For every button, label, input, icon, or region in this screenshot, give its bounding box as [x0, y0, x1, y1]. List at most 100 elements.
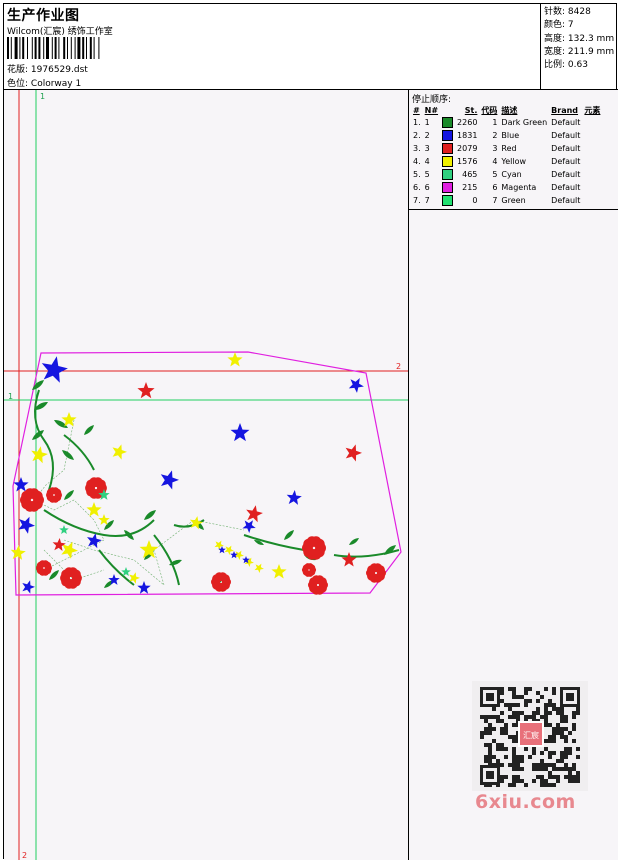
row-brand: Default: [551, 144, 581, 153]
row-swatch: [440, 194, 455, 207]
color-swatch: [442, 130, 454, 141]
row-description: Yellow: [501, 157, 527, 166]
row-code: 3: [492, 144, 498, 153]
row-description: Red: [501, 144, 517, 153]
colorway-label: 色位:: [7, 79, 29, 89]
stop-order-panel: 停止顺序: # N# St. 代码 描述 Brand 元素 1. 1 2260 …: [409, 90, 618, 860]
star-motif: [87, 533, 102, 549]
star-motif: [22, 580, 35, 594]
row-needle: 6: [424, 183, 430, 192]
star-motif: [224, 545, 234, 555]
pattern-value: 1976529.dst: [30, 65, 88, 75]
row-needle: 1: [424, 118, 430, 127]
row-element: [582, 129, 602, 142]
row-index: 3.: [413, 144, 421, 153]
row-needle: 7: [424, 196, 430, 205]
spec-stitches: 针数: 8428: [544, 7, 591, 17]
row-needle: 3: [424, 144, 430, 153]
star-motif: [234, 550, 244, 560]
color-swatch: [442, 117, 454, 128]
color-swatch: [442, 169, 454, 180]
color-swatch: [442, 195, 454, 206]
star-motif: [341, 552, 357, 567]
row-index: 6.: [413, 183, 421, 192]
flower-motif: [313, 538, 325, 550]
guide-label-bottom: 2: [22, 851, 27, 860]
leaf-motif: [84, 425, 94, 435]
flower-motif: [308, 564, 316, 571]
stop-row: 7. 7 0 7 Green Default: [411, 194, 602, 207]
star-motif: [112, 444, 127, 460]
design-preview: 1 2 1 2: [4, 90, 409, 860]
stop-row: 2. 2 1831 2 Blue Default: [411, 129, 602, 142]
row-code: 2: [492, 131, 498, 140]
jump-stitches: [33, 419, 245, 586]
stop-row: 3. 3 2079 3 Red Default: [411, 142, 602, 155]
col-index: #: [413, 105, 420, 115]
row-code: 7: [492, 196, 498, 205]
row-index: 5.: [413, 170, 421, 179]
row-description: Green: [501, 196, 526, 205]
embroidery-drawing: 1 2 1 2: [4, 90, 408, 860]
color-swatch: [442, 156, 454, 167]
colorway-value: Colorway 1: [30, 79, 82, 89]
sheet-title: 生产作业图: [7, 8, 80, 24]
flower-motif: [95, 479, 106, 490]
row-brand: Default: [551, 170, 581, 179]
row-brand: Default: [551, 131, 581, 140]
row-description: Cyan: [501, 170, 522, 179]
row-element: [582, 116, 602, 129]
row-needle: 2: [424, 131, 430, 140]
star-motif: [230, 423, 250, 442]
stem-motif: [243, 534, 305, 551]
spec-width: 宽度: 211.9 mm: [544, 46, 615, 57]
stop-row: 4. 4 1576 4 Yellow Default: [411, 155, 602, 168]
star-motif: [254, 563, 264, 573]
star-motif: [52, 538, 66, 551]
row-description: Blue: [501, 131, 520, 140]
flower-motif: [375, 565, 385, 575]
star-motif: [246, 505, 263, 523]
row-swatch: [440, 168, 455, 181]
star-motif: [10, 545, 26, 560]
row-code: 5: [492, 170, 498, 179]
row-element: [582, 155, 602, 168]
star-motif: [286, 490, 302, 505]
flower-motif: [44, 561, 52, 569]
row-stitches: 0: [472, 196, 478, 205]
row-description: Dark Green: [501, 118, 548, 127]
row-stitches: 465: [462, 170, 478, 179]
row-brand: Default: [551, 183, 581, 192]
row-code: 4: [492, 157, 498, 166]
star-motif: [348, 378, 364, 393]
row-brand: Default: [551, 157, 581, 166]
star-motif: [137, 382, 155, 399]
col-needle: N#: [424, 105, 439, 115]
row-index: 1.: [413, 118, 421, 127]
star-motif: [160, 470, 179, 490]
leaf-motif: [284, 530, 294, 540]
guide-label-top: 1: [40, 92, 45, 101]
row-needle: 5: [424, 170, 430, 179]
flower-motif: [317, 577, 327, 587]
row-swatch: [440, 116, 455, 129]
stop-order-header: # N# St. 代码 描述 Brand 元素: [411, 104, 602, 116]
leaf-motif: [64, 490, 74, 500]
row-code: 6: [492, 183, 498, 192]
star-motif: [345, 444, 362, 462]
stop-row: 6. 6 215 6 Magenta Default: [411, 181, 602, 194]
flower-motif: [70, 569, 81, 580]
row-element: [582, 194, 602, 207]
flower-motif: [31, 490, 43, 502]
qr-code-graphic: 汇宸: [472, 681, 588, 791]
studio-name: Wilcom(汇宸) 绣饰工作室: [7, 27, 113, 37]
row-swatch: [440, 129, 455, 142]
row-brand: Default: [551, 196, 581, 205]
star-motif: [13, 477, 29, 492]
leaf-motif: [144, 510, 156, 520]
row-index: 4.: [413, 157, 421, 166]
row-swatch: [440, 142, 455, 155]
star-motif: [18, 516, 35, 534]
row-element: [582, 142, 602, 155]
leaf-motif: [384, 545, 396, 555]
